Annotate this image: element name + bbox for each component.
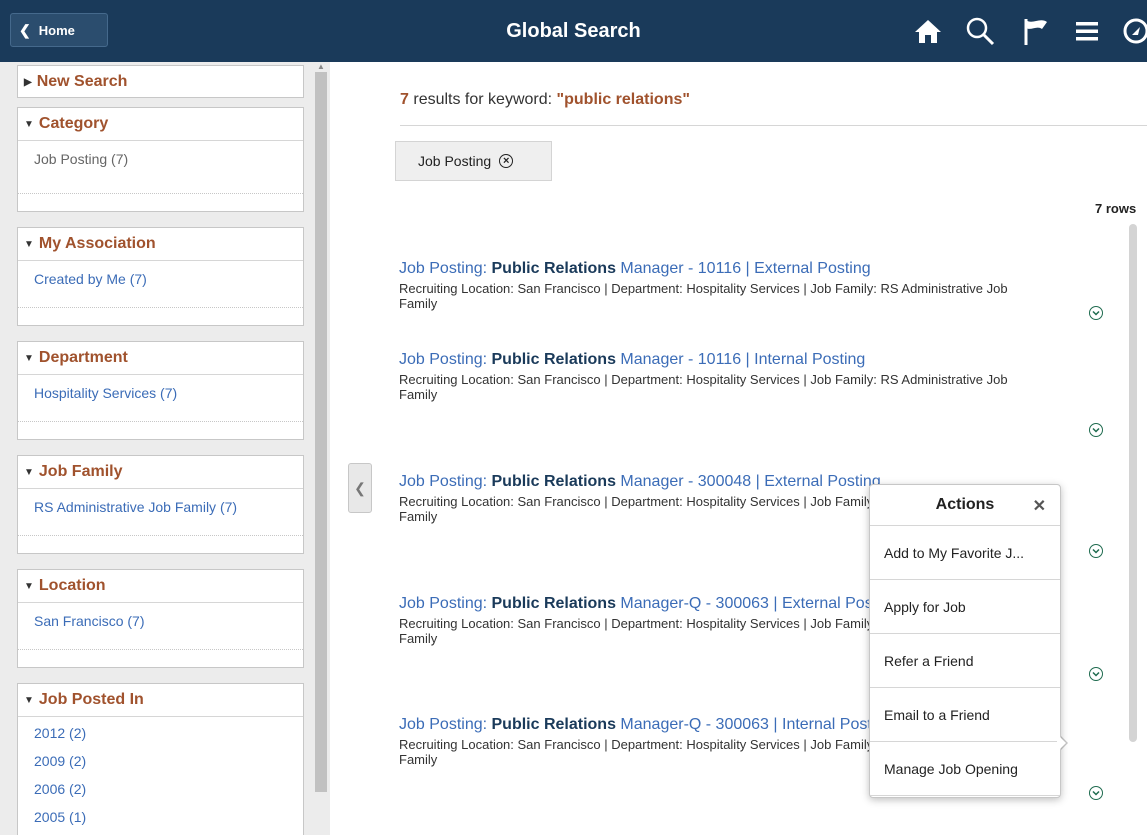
close-icon[interactable]: ✕ (1033, 496, 1046, 516)
posted-in-item[interactable]: 2005 (1) (18, 803, 303, 831)
sidebar-scroll-thumb[interactable] (315, 72, 327, 792)
divider (18, 535, 303, 536)
row-actions-chevron-icon[interactable] (1089, 544, 1103, 558)
divider (18, 193, 303, 194)
navbar-icon[interactable] (1120, 15, 1147, 47)
triangle-down-icon: ▼ (24, 352, 34, 364)
search-result: Job Posting: Public Relations Manager - … (399, 351, 1099, 402)
job-family-box: ▼ Job Family RS Administrative Job Famil… (17, 455, 304, 554)
search-result: Job Posting: Public Relations Manager - … (399, 260, 1099, 311)
result-description: Recruiting Location: San Francisco | Dep… (399, 372, 1008, 402)
result-count: 7 (400, 91, 409, 108)
divider (18, 421, 303, 422)
triangle-down-icon: ▼ (24, 466, 34, 478)
divider (400, 125, 1147, 126)
results-scrollbar[interactable] (1129, 224, 1137, 742)
posted-in-item[interactable]: 2012 (2) (18, 719, 303, 747)
triangle-down-icon: ▼ (24, 238, 34, 250)
association-item[interactable]: Created by Me (7) (18, 265, 303, 293)
department-item[interactable]: Hospitality Services (7) (18, 379, 303, 407)
triangle-down-icon: ▼ (24, 580, 34, 592)
category-box: ▼ Category Job Posting (7) (17, 107, 304, 212)
result-description: Recruiting Location: San Francisco | Dep… (399, 281, 1008, 311)
job-family-header[interactable]: ▼ Job Family (18, 456, 303, 489)
department-header[interactable]: ▼ Department (18, 342, 303, 375)
job-family-item[interactable]: RS Administrative Job Family (7) (18, 493, 303, 521)
association-title: My Association (38, 235, 156, 252)
results-text: results for keyword: (413, 91, 553, 108)
result-title-link[interactable]: Job Posting: Public Relations Manager - … (399, 260, 1099, 278)
posted-in-box: ▼ Job Posted In 2012 (2) 2009 (2) 2006 (… (17, 683, 304, 835)
popup-pointer-inner (1057, 734, 1066, 752)
action-add-favorite[interactable]: Add to My Favorite J... (870, 526, 1060, 580)
collapse-panel-button[interactable]: ❮ (348, 463, 372, 513)
search-icon[interactable] (964, 15, 996, 47)
row-actions-chevron-icon[interactable] (1089, 786, 1103, 800)
action-email-friend[interactable]: Email to a Friend (870, 688, 1060, 742)
association-header[interactable]: ▼ My Association (18, 228, 303, 261)
filter-chip-label: Job Posting (418, 153, 492, 169)
remove-filter-icon[interactable]: × (499, 154, 514, 168)
filter-sidebar: ▶ New Search ▼ Category Job Posting (7) … (0, 62, 330, 835)
category-header[interactable]: ▼ Category (18, 108, 303, 141)
new-search-box[interactable]: ▶ New Search (17, 65, 304, 98)
row-actions-chevron-icon[interactable] (1089, 667, 1103, 681)
posted-in-item[interactable]: 2009 (2) (18, 747, 303, 775)
location-box: ▼ Location San Francisco (7) (17, 569, 304, 668)
header-bar: ❮ Home Global Search (0, 0, 1147, 62)
sidebar-scrollbar[interactable]: ▲ (313, 62, 329, 835)
actions-popup: Actions ✕ Add to My Favorite J... Apply … (869, 484, 1061, 798)
actions-popup-header: Actions ✕ (870, 485, 1060, 526)
flag-icon[interactable] (1020, 15, 1052, 47)
home-button[interactable]: ❮ Home (10, 13, 108, 47)
association-box: ▼ My Association Created by Me (7) (17, 227, 304, 326)
chevron-left-icon: ❮ (354, 479, 366, 496)
chevron-left-icon: ❮ (19, 21, 31, 38)
new-search-header[interactable]: ▶ New Search (18, 66, 303, 98)
search-keyword: "public relations" (556, 91, 690, 108)
posted-in-header[interactable]: ▼ Job Posted In (18, 684, 303, 717)
job-family-title: Job Family (38, 463, 123, 480)
results-summary: 7 results for keyword: "public relations… (400, 91, 690, 109)
location-item[interactable]: San Francisco (7) (18, 607, 303, 635)
location-header[interactable]: ▼ Location (18, 570, 303, 603)
home-button-label: Home (38, 22, 75, 38)
home-icon[interactable] (912, 15, 944, 47)
triangle-down-icon: ▼ (24, 694, 34, 706)
posted-in-title: Job Posted In (38, 691, 144, 708)
new-search-label: New Search (36, 73, 128, 90)
posted-in-item[interactable]: 2006 (2) (18, 775, 303, 803)
actions-title: Actions (935, 496, 995, 513)
menu-icon[interactable] (1071, 15, 1103, 47)
divider (18, 307, 303, 308)
rows-count: 7 rows (1095, 201, 1137, 216)
department-title: Department (38, 349, 128, 366)
divider (18, 649, 303, 650)
triangle-down-icon: ▼ (24, 118, 34, 130)
action-apply-job[interactable]: Apply for Job (870, 580, 1060, 634)
triangle-right-icon: ▶ (24, 76, 32, 88)
category-title: Category (38, 115, 109, 132)
action-refer-friend[interactable]: Refer a Friend (870, 634, 1060, 688)
category-item: Job Posting (7) (34, 151, 129, 167)
scroll-up-icon[interactable]: ▲ (316, 62, 326, 72)
action-manage-opening[interactable]: Manage Job Opening (870, 742, 1060, 796)
row-actions-chevron-icon[interactable] (1089, 306, 1103, 320)
filter-chip[interactable]: Job Posting × (395, 141, 552, 181)
department-box: ▼ Department Hospitality Services (7) (17, 341, 304, 440)
row-actions-chevron-icon[interactable] (1089, 423, 1103, 437)
location-title: Location (38, 577, 106, 594)
result-title-link[interactable]: Job Posting: Public Relations Manager - … (399, 351, 1099, 369)
